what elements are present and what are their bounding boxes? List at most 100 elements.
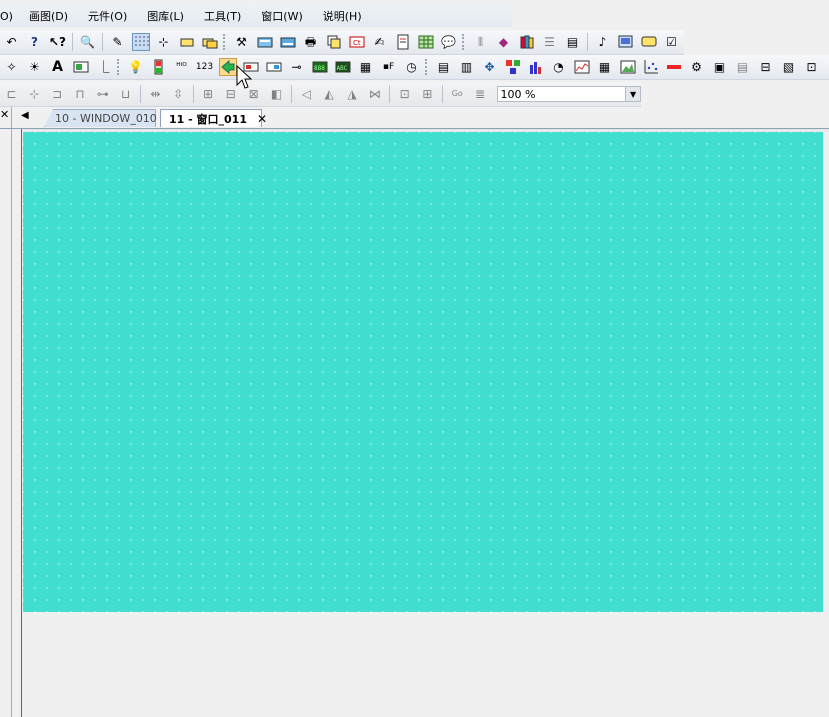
event-icon[interactable]: ⚙ (688, 58, 706, 76)
number-icon[interactable]: 123 (196, 58, 214, 76)
tools-icon[interactable]: ⚒ (233, 33, 251, 51)
distribute-vertical-icon[interactable]: ⇳ (169, 85, 187, 103)
music-icon[interactable]: ♪ (594, 33, 612, 51)
sun-icon[interactable]: ☀ (26, 58, 44, 76)
flip-vertical-icon[interactable]: ◮ (343, 85, 361, 103)
same-width-icon[interactable]: ⊞ (199, 85, 217, 103)
list2-icon[interactable]: ▤ (564, 33, 582, 51)
trend-icon[interactable] (573, 58, 591, 76)
ascii-icon[interactable]: ABC (334, 58, 352, 76)
zoom-select[interactable]: 100 % ▼ (497, 86, 642, 102)
polyline-icon[interactable]: ✧ (3, 58, 21, 76)
snap-icon[interactable]: ⊹ (155, 33, 173, 51)
group-icon[interactable]: ⊡ (396, 85, 414, 103)
menu-item-tools[interactable]: 工具(T) (204, 8, 241, 24)
ungroup-icon[interactable]: ⊞ (419, 85, 437, 103)
layer-icon[interactable] (201, 33, 219, 51)
toolbar-separator (192, 85, 194, 103)
menu-item-view[interactable]: O) (0, 10, 13, 23)
move-icon[interactable]: ✥ (481, 58, 499, 76)
table-icon[interactable] (417, 33, 435, 51)
align-left-icon[interactable]: ⊏ (3, 85, 21, 103)
slider-icon[interactable]: ⊸ (288, 58, 306, 76)
schedule-icon[interactable]: ▧ (780, 58, 798, 76)
tab-window-011[interactable]: 11 - 窗口_011 ✕ (160, 109, 267, 127)
toolbar-grip (462, 34, 467, 50)
print-icon[interactable]: 🖶 (302, 33, 320, 51)
switch-icon[interactable] (265, 58, 283, 76)
checklist-icon[interactable]: ☑ (663, 33, 681, 51)
lamp-icon[interactable]: 💡 (127, 58, 145, 76)
help-icon[interactable]: ? (26, 33, 44, 51)
rect-icon[interactable] (178, 33, 196, 51)
chevron-down-icon[interactable]: ▼ (625, 87, 641, 101)
picture-icon[interactable] (72, 58, 90, 76)
cross-icon[interactable] (504, 58, 522, 76)
more-icon[interactable]: ⊡ (803, 58, 821, 76)
bar-chart-icon[interactable] (527, 58, 545, 76)
qr-icon[interactable]: ▦ (357, 58, 375, 76)
find-icon[interactable]: 🔍 (79, 33, 97, 51)
layer-order-icon[interactable]: ◧ (268, 85, 286, 103)
date-icon[interactable]: ▪F (380, 58, 398, 76)
edit-icon[interactable]: ✍ (371, 33, 389, 51)
wave-icon[interactable]: Ct (348, 33, 366, 51)
toolbar-grip (425, 59, 430, 75)
menu-item-draw[interactable]: 画图(D) (29, 8, 68, 24)
xy-plot-icon[interactable] (642, 58, 660, 76)
context-help-icon[interactable]: ↖? (49, 33, 67, 51)
text-icon[interactable]: A (49, 58, 67, 76)
align-center-icon[interactable]: ⊹ (25, 85, 43, 103)
list-icon[interactable]: ☰ (541, 33, 559, 51)
alarm-bar-icon[interactable] (665, 58, 683, 76)
align-middle-icon[interactable]: ⊶ (94, 85, 112, 103)
library-icon[interactable] (518, 33, 536, 51)
data-table-icon[interactable]: ▦ (596, 58, 614, 76)
clock-icon[interactable]: ◷ (403, 58, 421, 76)
book-icon[interactable]: ◆ (495, 33, 513, 51)
line-icon[interactable]: ⎿ (95, 58, 113, 76)
tab-scroll-left-icon[interactable]: ◀ (21, 110, 29, 121)
toolbar-row-3: ⊏ ⊹ ⊐ ⊓ ⊶ ⊔ ⇹ ⇳ ⊞ ⊟ ⊠ ◧ ◁ ◭ ◮ ⋈ ⊡ ⊞ Go ≣… (0, 82, 642, 107)
backup-icon[interactable]: ⊟ (757, 58, 775, 76)
svg-text:ABC: ABC (336, 65, 347, 72)
recipe-icon[interactable]: ▤ (734, 58, 752, 76)
menu-item-help[interactable]: 说明(H) (323, 8, 362, 24)
distribute-horizontal-icon[interactable]: ⇹ (146, 85, 164, 103)
close-icon[interactable]: ✕ (257, 112, 267, 126)
menu-item-window[interactable]: 窗口(W) (261, 8, 302, 24)
pen-icon[interactable]: ✎ (109, 33, 127, 51)
menu-item-library[interactable]: 图库(L) (147, 8, 184, 24)
function-key-icon[interactable] (218, 58, 237, 76)
comment-icon[interactable]: 💬 (440, 33, 458, 51)
window-canvas[interactable] (23, 132, 823, 612)
message-icon[interactable] (640, 33, 658, 51)
tab-window-010[interactable]: 10 - WINDOW_010 (44, 109, 156, 127)
bit-icon[interactable] (150, 58, 168, 76)
align-right-icon[interactable]: ⊐ (48, 85, 66, 103)
toolbar-separator (290, 85, 292, 103)
grid-icon[interactable] (131, 33, 150, 51)
zoom-step-icon[interactable]: ≣ (471, 85, 489, 103)
station-icon[interactable]: ▤ (435, 58, 453, 76)
flip-horizontal-icon[interactable]: ◭ (320, 85, 338, 103)
align-bottom-icon[interactable]: ⊔ (117, 85, 135, 103)
undo-icon[interactable]: ↶ (3, 33, 21, 51)
word-icon[interactable]: ᴴᴵᴼ (173, 58, 191, 76)
rotate-icon[interactable]: ◁ (297, 85, 315, 103)
video-icon[interactable] (617, 33, 635, 51)
menu-item-objects[interactable]: 元件(O) (88, 8, 127, 24)
copy-window-icon[interactable] (325, 33, 343, 51)
meter-icon[interactable]: ◔ (550, 58, 568, 76)
keyboard-icon[interactable] (256, 33, 274, 51)
pipe-icon[interactable]: ⫴ (472, 33, 490, 51)
record-icon[interactable]: ▣ (711, 58, 729, 76)
numeric-display-icon[interactable]: 888 (311, 58, 329, 76)
gallery-icon[interactable] (619, 58, 637, 76)
goto-icon[interactable]: Go (448, 85, 466, 103)
keyboard2-icon[interactable] (279, 33, 297, 51)
report-icon[interactable] (394, 33, 412, 51)
align-top-icon[interactable]: ⊓ (71, 85, 89, 103)
station2-icon[interactable]: ▥ (458, 58, 476, 76)
mirror-icon[interactable]: ⋈ (366, 85, 384, 103)
